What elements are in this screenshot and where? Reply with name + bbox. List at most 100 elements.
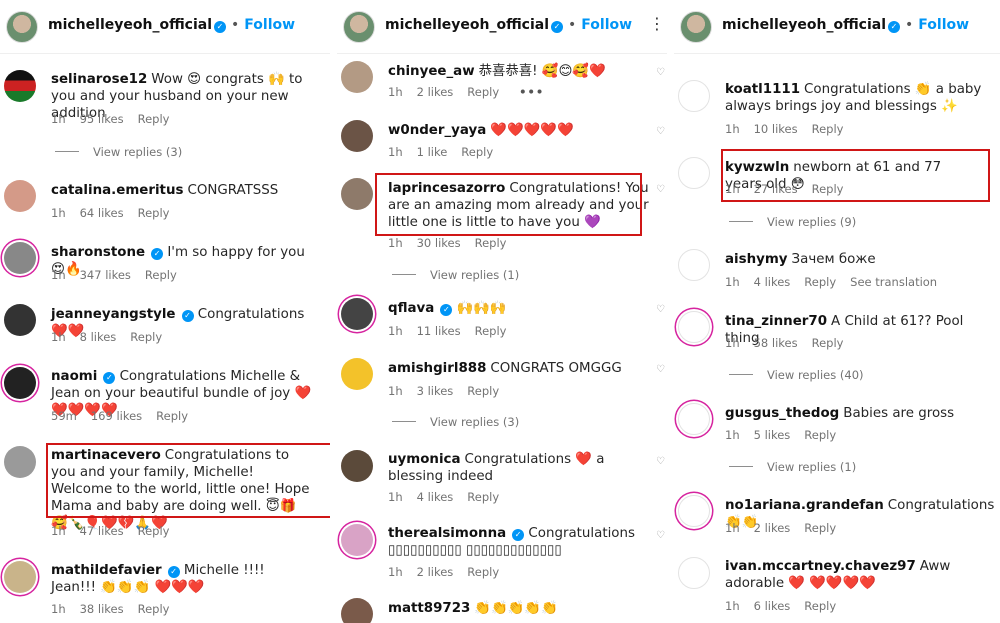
- reply-button[interactable]: Reply: [461, 145, 493, 159]
- comment-username[interactable]: sharonstone: [51, 245, 145, 260]
- avatar[interactable]: [341, 120, 373, 152]
- comment-username[interactable]: koatl1111: [725, 82, 800, 97]
- comment-username[interactable]: kywzwln: [725, 160, 789, 175]
- reply-button[interactable]: Reply: [812, 182, 844, 196]
- comment-username[interactable]: laprincesazorro: [388, 181, 505, 196]
- reply-button[interactable]: Reply: [467, 490, 499, 504]
- reply-button[interactable]: Reply: [467, 85, 499, 99]
- likes-count[interactable]: 4 likes: [754, 275, 791, 289]
- avatar[interactable]: [4, 367, 36, 399]
- avatar[interactable]: [341, 61, 373, 93]
- likes-count[interactable]: 2 likes: [754, 521, 791, 535]
- likes-count[interactable]: 6 likes: [754, 599, 791, 613]
- avatar[interactable]: [678, 495, 710, 527]
- comment-username[interactable]: amishgirl888: [388, 361, 486, 376]
- likes-count[interactable]: 5 likes: [754, 428, 791, 442]
- heart-like-icon[interactable]: ♡: [656, 126, 665, 137]
- comment-username[interactable]: ivan.mccartney.chavez97: [725, 559, 916, 574]
- author-avatar[interactable]: [6, 11, 38, 43]
- avatar[interactable]: [341, 524, 373, 556]
- view-replies-button[interactable]: View replies (40): [729, 368, 864, 382]
- likes-count[interactable]: 47 likes: [80, 524, 124, 538]
- reply-button[interactable]: Reply: [138, 602, 170, 616]
- reply-button[interactable]: Reply: [138, 524, 170, 538]
- reply-button[interactable]: Reply: [467, 565, 499, 579]
- comment-username[interactable]: w0nder_yaya: [388, 123, 486, 138]
- reply-button[interactable]: Reply: [156, 409, 188, 423]
- comment-username[interactable]: therealsimonna: [388, 526, 506, 541]
- likes-count[interactable]: 2 likes: [417, 85, 454, 99]
- follow-button[interactable]: Follow: [244, 17, 295, 33]
- heart-like-icon[interactable]: ♡: [656, 364, 665, 375]
- comment-username[interactable]: chinyee_aw: [388, 64, 475, 79]
- likes-count[interactable]: 95 likes: [80, 112, 124, 126]
- author-username[interactable]: michelleyeoh_official: [722, 17, 886, 33]
- avatar[interactable]: [678, 311, 710, 343]
- avatar[interactable]: [4, 70, 36, 102]
- avatar[interactable]: [678, 249, 710, 281]
- comment-username[interactable]: selinarose12: [51, 72, 147, 87]
- follow-button[interactable]: Follow: [918, 17, 969, 33]
- comment-username[interactable]: uymonica: [388, 452, 461, 467]
- likes-count[interactable]: 3 likes: [417, 384, 454, 398]
- comment-username[interactable]: no1ariana.grandefan: [725, 498, 884, 513]
- comment-username[interactable]: matt89723: [388, 601, 470, 616]
- likes-count[interactable]: 10 likes: [754, 122, 798, 136]
- likes-count[interactable]: 347 likes: [80, 268, 131, 282]
- likes-count[interactable]: 38 likes: [80, 602, 124, 616]
- reply-button[interactable]: Reply: [475, 236, 507, 250]
- reply-button[interactable]: Reply: [804, 428, 836, 442]
- reply-button[interactable]: Reply: [812, 336, 844, 350]
- more-options-icon[interactable]: ⋮: [649, 14, 665, 33]
- author-username[interactable]: michelleyeoh_official: [385, 17, 549, 33]
- avatar[interactable]: [4, 180, 36, 212]
- avatar[interactable]: [678, 80, 710, 112]
- avatar[interactable]: [4, 561, 36, 593]
- reply-button[interactable]: Reply: [475, 324, 507, 338]
- likes-count[interactable]: 27 likes: [754, 182, 798, 196]
- reply-button[interactable]: Reply: [467, 384, 499, 398]
- view-replies-button[interactable]: View replies (1): [729, 460, 856, 474]
- heart-like-icon[interactable]: ♡: [656, 67, 665, 78]
- likes-count[interactable]: 2 likes: [417, 565, 454, 579]
- likes-count[interactable]: 8 likes: [80, 330, 117, 344]
- view-replies-button[interactable]: View replies (3): [55, 145, 182, 159]
- reply-button[interactable]: Reply: [145, 268, 177, 282]
- comment-username[interactable]: gusgus_thedog: [725, 406, 839, 421]
- likes-count[interactable]: 30 likes: [417, 236, 461, 250]
- likes-count[interactable]: 1 like: [417, 145, 448, 159]
- heart-like-icon[interactable]: ♡: [656, 530, 665, 541]
- likes-count[interactable]: 169 likes: [91, 409, 142, 423]
- comment-username[interactable]: catalina.emeritus: [51, 183, 183, 198]
- avatar[interactable]: [678, 157, 710, 189]
- likes-count[interactable]: 11 likes: [417, 324, 461, 338]
- reply-button[interactable]: Reply: [138, 206, 170, 220]
- heart-like-icon[interactable]: ♡: [656, 184, 665, 195]
- heart-like-icon[interactable]: ♡: [656, 456, 665, 467]
- comment-username[interactable]: martinacevero: [51, 448, 161, 463]
- author-avatar[interactable]: [680, 11, 712, 43]
- avatar[interactable]: [678, 403, 710, 435]
- avatar[interactable]: [341, 178, 373, 210]
- view-replies-button[interactable]: View replies (1): [392, 268, 519, 282]
- avatar[interactable]: [4, 446, 36, 478]
- reply-button[interactable]: Reply: [804, 599, 836, 613]
- view-replies-button[interactable]: View replies (9): [729, 215, 856, 229]
- comment-username[interactable]: tina_zinner70: [725, 314, 827, 329]
- comment-username[interactable]: mathildefavier: [51, 563, 162, 578]
- avatar[interactable]: [678, 557, 710, 589]
- avatar[interactable]: [341, 358, 373, 390]
- view-replies-button[interactable]: View replies (3): [392, 415, 519, 429]
- comment-username[interactable]: aishymy: [725, 252, 788, 267]
- likes-count[interactable]: 64 likes: [80, 206, 124, 220]
- reply-button[interactable]: Reply: [138, 112, 170, 126]
- likes-count[interactable]: 4 likes: [417, 490, 454, 504]
- comment-username[interactable]: naomi: [51, 369, 97, 384]
- avatar[interactable]: [341, 298, 373, 330]
- avatar[interactable]: [341, 598, 373, 623]
- comment-username[interactable]: jeanneyangstyle: [51, 307, 176, 322]
- avatar[interactable]: [4, 242, 36, 274]
- follow-button[interactable]: Follow: [581, 17, 632, 33]
- avatar[interactable]: [4, 304, 36, 336]
- reply-button[interactable]: Reply: [130, 330, 162, 344]
